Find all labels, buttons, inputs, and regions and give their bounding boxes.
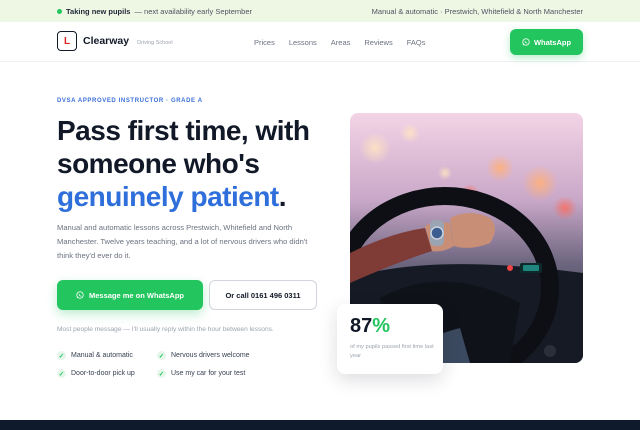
service-area-text: Manual & automatic · Prestwich, Whitefie… [371, 7, 583, 16]
feature-label: Door-to-door pick up [71, 370, 135, 377]
pass-rate-card: 87% of my pupils passed first time last … [337, 304, 443, 374]
status-dot-icon [57, 9, 62, 14]
site-header: L Clearway Driving School Prices Lessons… [0, 22, 640, 62]
headline-highlight: genuinely patient [57, 181, 279, 212]
call-button[interactable]: Or call 0161 496 0311 [209, 280, 317, 310]
brand-name: Clearway [83, 35, 130, 47]
main-nav: Prices Lessons Areas Reviews FAQs [254, 38, 425, 47]
nav-reviews[interactable]: Reviews [364, 38, 392, 47]
feature-label: Nervous drivers welcome [171, 352, 250, 359]
brand-logo[interactable]: L Clearway Driving School [57, 31, 173, 51]
hero-headline: Pass first time, with someone who's genu… [57, 114, 347, 213]
headline-period: . [278, 181, 287, 212]
pass-rate-number: 87 [350, 315, 373, 337]
check-icon: ✓ [157, 351, 166, 360]
whatsapp-icon [522, 38, 530, 46]
feature-label: Use my car for your test [171, 370, 246, 377]
check-icon: ✓ [57, 351, 66, 360]
feature-item: ✓ Door-to-door pick up [57, 369, 157, 378]
brand-subtitle: Driving School [137, 39, 173, 46]
availability-status: Taking new pupils — next availability ea… [57, 7, 252, 16]
reply-time-note: Most people message — I'll usually reply… [57, 326, 274, 333]
feature-item: ✓ Manual & automatic [57, 351, 157, 360]
availability-detail: — next availability early September [134, 7, 253, 16]
message-whatsapp-label: Message me on WhatsApp [88, 290, 185, 300]
feature-item: ✓ Nervous drivers welcome [157, 351, 297, 360]
pass-rate-caption: of my pupils passed first time last year [350, 344, 434, 359]
check-icon: ✓ [157, 369, 166, 378]
header-whatsapp-button[interactable]: WhatsApp [510, 29, 583, 55]
headline-line-2: someone who's [57, 148, 260, 179]
message-whatsapp-button[interactable]: Message me on WhatsApp [57, 280, 203, 310]
hero-description: Manual and automatic lessons across Pres… [57, 223, 308, 260]
whatsapp-icon [76, 291, 84, 299]
nav-lessons[interactable]: Lessons [289, 38, 317, 47]
header-whatsapp-label: WhatsApp [533, 37, 572, 47]
feature-item: ✓ Use my car for your test [157, 369, 297, 378]
nav-faqs[interactable]: FAQs [407, 38, 426, 47]
nav-areas[interactable]: Areas [331, 38, 351, 47]
nav-prices[interactable]: Prices [254, 38, 275, 47]
announcement-bar: Taking new pupils — next availability ea… [0, 0, 640, 22]
check-icon: ✓ [57, 369, 66, 378]
hero-eyebrow: DVSA APPROVED INSTRUCTOR · GRADE A [57, 98, 203, 104]
pass-rate-unit: % [372, 315, 391, 337]
learner-plate-icon: L [57, 31, 77, 51]
pass-rate-value: 87% [350, 315, 390, 338]
feature-list: ✓ Manual & automatic ✓ Nervous drivers wel… [57, 351, 297, 378]
feature-label: Manual & automatic [71, 352, 133, 359]
headline-line-1: Pass first time, with [57, 115, 310, 146]
availability-label: Taking new pupils [66, 7, 131, 16]
next-section-strip [0, 420, 640, 430]
